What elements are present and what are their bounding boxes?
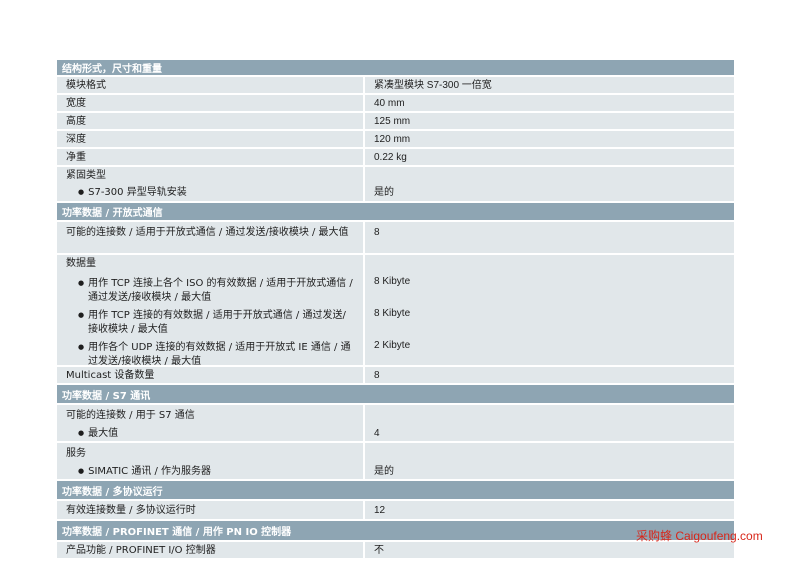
section-header: 功率数据 / 开放式通信 [57,203,734,222]
table-row: 产品功能 / PROFINET I/O 控制器 不 [57,542,734,560]
table-row: Multicast 设备数量 8 [57,367,734,385]
row-label: 深度 [66,134,86,145]
row-label: 数据量 [66,258,96,269]
row-label: 可能的连接数 / 适用于开放式通信 / 通过发送/接收模块 / 最大值 [66,227,349,238]
row-value: 0.22 kg [363,149,734,165]
row-value: 8 Kibyte [374,276,411,287]
row-label-group: 数据量 用作 TCP 连接上各个 ISO 的有效数据 / 适用于开放式通信 / … [57,255,363,367]
row-sublabel: S7-300 异型导轨安装 [66,186,354,200]
row-label: 可能的连接数 / 用于 S7 通信 [66,410,195,421]
row-value-group: 8 Kibyte 8 Kibyte 2 Kibyte [363,255,734,365]
row-label: 模块格式 [66,80,106,91]
row-value: 40 mm [363,95,734,111]
table-row: 数据量 用作 TCP 连接上各个 ISO 的有效数据 / 适用于开放式通信 / … [57,255,734,367]
row-value: 4 [363,405,734,441]
row-value: 125 mm [363,113,734,129]
row-value-text: 是的 [374,466,394,477]
row-label: 紧固类型 [66,170,106,181]
table-row: 服务 SIMATIC 通讯 / 作为服务器 是的 [57,443,734,481]
row-value: 不 [363,542,734,558]
table-row: 可能的连接数 / 适用于开放式通信 / 通过发送/接收模块 / 最大值 8 [57,222,734,255]
row-value-text: 4 [374,428,380,439]
table-row: 可能的连接数 / 用于 S7 通信 最大值 4 [57,405,734,443]
row-label-group: 紧固类型 S7-300 异型导轨安装 [57,167,363,201]
section-header: 功率数据 / S7 通讯 [57,385,734,405]
row-label: Multicast 设备数量 [66,370,155,381]
row-value: 8 Kibyte [374,308,411,319]
row-label: 有效连接数量 / 多协议运行时 [66,505,196,516]
row-sublabel: 最大值 [66,427,354,441]
table-row: 宽度 40 mm [57,95,734,113]
section-header: 功率数据 / PROFINET 通信 / 用作 PN IO 控制器 [57,521,734,542]
row-label: 宽度 [66,98,86,109]
table-row: 深度 120 mm [57,131,734,149]
table-row: 净重 0.22 kg [57,149,734,167]
row-value: 紧凑型模块 S7-300 一倍宽 [363,77,734,93]
spec-table: 结构形式，尺寸和重量 模块格式 紧凑型模块 S7-300 一倍宽 宽度 40 mm … [57,60,734,560]
row-label-group: 服务 SIMATIC 通讯 / 作为服务器 [57,443,363,479]
row-label: 净重 [66,152,86,163]
table-row: 模块格式 紧凑型模块 S7-300 一倍宽 [57,77,734,95]
row-sublabel: SIMATIC 通讯 / 作为服务器 [66,465,354,479]
row-sublabel: 用作 TCP 连接的有效数据 / 适用于开放式通信 / 通过发送/接收模块 / … [66,309,354,337]
row-sublabel: 用作 TCP 连接上各个 ISO 的有效数据 / 适用于开放式通信 / 通过发送… [66,277,354,305]
table-row: 有效连接数量 / 多协议运行时 12 [57,501,734,521]
row-label-group: 可能的连接数 / 用于 S7 通信 最大值 [57,405,363,441]
row-label: 产品功能 / PROFINET I/O 控制器 [66,545,216,556]
row-label: 服务 [66,448,86,459]
row-value: 120 mm [363,131,734,147]
section-header: 功率数据 / 多协议运行 [57,481,734,501]
row-value-text: 是的 [374,187,394,198]
section-header: 结构形式，尺寸和重量 [57,60,734,77]
watermark: 采购蜂 Caigoufeng.com [636,529,763,543]
row-value: 8 [363,367,734,383]
row-label: 高度 [66,116,86,127]
row-value: 12 [363,501,734,519]
row-value: 8 [363,222,734,253]
table-row: 紧固类型 S7-300 异型导轨安装 是的 [57,167,734,203]
row-value: 是的 [363,443,734,479]
row-sublabel: 用作各个 UDP 连接的有效数据 / 适用于开放式 IE 通信 / 通过发送/接… [66,341,354,369]
table-row: 高度 125 mm [57,113,734,131]
row-value: 2 Kibyte [374,340,411,351]
row-value: 是的 [363,167,734,201]
